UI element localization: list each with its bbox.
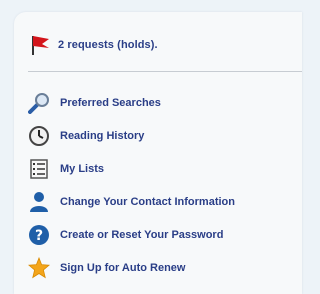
menu-label: Create or Reset Your Password xyxy=(60,229,224,241)
menu-item-reset-password[interactable]: ? Create or Reset Your Password xyxy=(28,224,300,246)
menu-label: Preferred Searches xyxy=(60,97,161,109)
svg-text:?: ? xyxy=(35,228,43,244)
section-divider xyxy=(28,71,302,72)
magnifier-icon xyxy=(28,92,60,114)
user-icon xyxy=(28,191,60,213)
holds-label: 2 requests (holds). xyxy=(58,39,158,51)
menu-item-auto-renew[interactable]: Sign Up for Auto Renew xyxy=(28,257,300,279)
list-icon xyxy=(28,158,60,180)
menu-item-reading-history[interactable]: Reading History xyxy=(28,125,300,147)
clock-icon xyxy=(28,125,60,147)
menu-label: Reading History xyxy=(60,130,145,142)
holds-link[interactable]: 2 requests (holds). xyxy=(28,34,158,56)
account-menu: Preferred Searches Reading History My Li… xyxy=(28,92,300,290)
menu-item-preferred-searches[interactable]: Preferred Searches xyxy=(28,92,300,114)
star-icon xyxy=(28,257,60,279)
help-icon: ? xyxy=(28,224,60,246)
account-panel: 2 requests (holds). Preferred Searches R… xyxy=(0,0,302,294)
menu-item-change-contact[interactable]: Change Your Contact Information xyxy=(28,191,300,213)
menu-label: My Lists xyxy=(60,163,105,175)
red-flag-icon xyxy=(28,34,58,56)
menu-item-my-lists[interactable]: My Lists xyxy=(28,158,300,180)
menu-label: Sign Up for Auto Renew xyxy=(60,262,186,274)
menu-label: Change Your Contact Information xyxy=(60,196,235,208)
